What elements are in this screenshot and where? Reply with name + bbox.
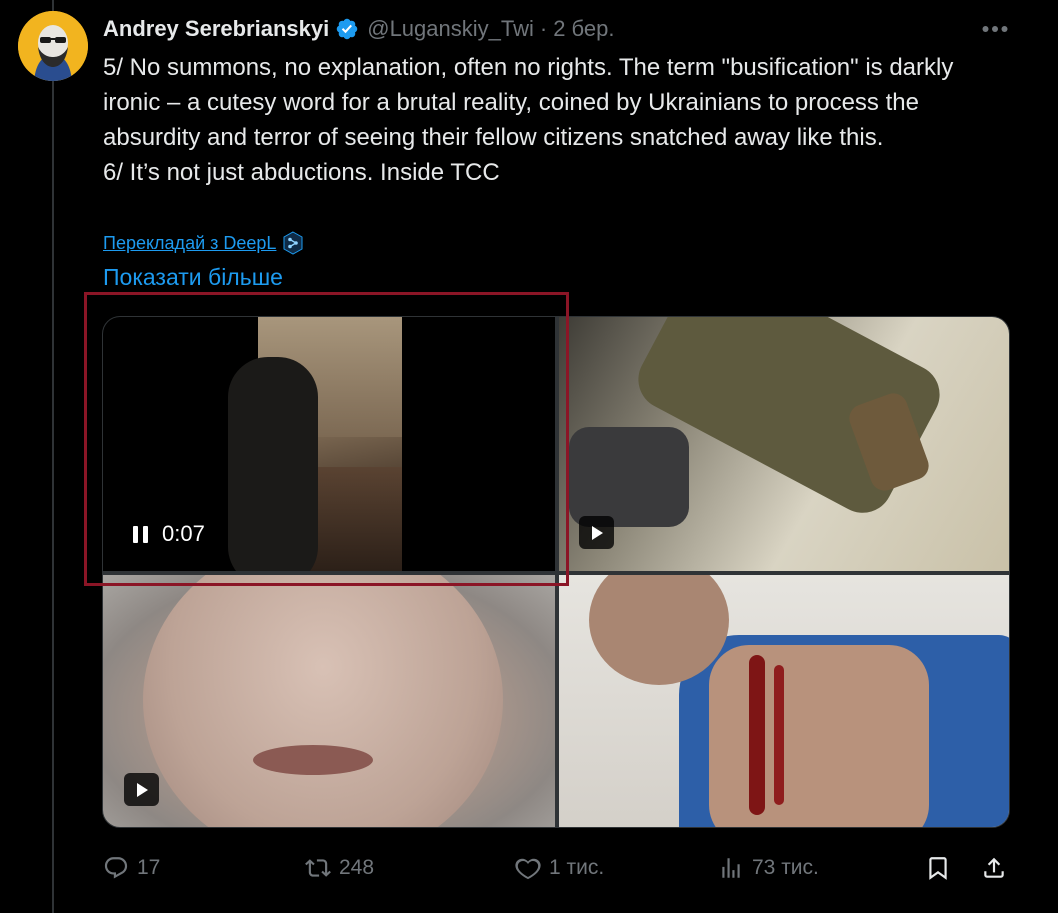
separator-dot: · (539, 16, 548, 41)
video-frame (228, 317, 402, 571)
image-tile-4[interactable] (559, 575, 1009, 827)
video-controls: 0:07 (133, 521, 205, 547)
avatar[interactable] (18, 11, 88, 81)
video-timecode: 0:07 (162, 521, 205, 546)
tweet-header: Andrey Serebrianskyi @Luganskiy_Twi · 2 … (103, 14, 615, 44)
reply-button[interactable]: 17 (103, 848, 160, 888)
play-button[interactable] (124, 773, 159, 806)
action-bar: 17 248 1 тис. 73 тис. (103, 848, 1013, 888)
translate-link[interactable]: Перекладай з DeepL (103, 231, 304, 255)
video-tile-2[interactable] (559, 317, 1009, 571)
video-tile-3[interactable] (103, 575, 555, 827)
tweet-paragraph-1: 5/ No summons, no explanation, often no … (103, 54, 954, 151)
video-tile-1[interactable]: 0:07 (103, 317, 555, 571)
thread-line (52, 0, 54, 913)
play-button[interactable] (579, 516, 614, 549)
play-icon (136, 782, 148, 797)
bookmark-button[interactable] (925, 848, 951, 888)
verified-badge-icon (336, 18, 358, 40)
author-handle[interactable]: @Luganskiy_Twi (367, 16, 534, 42)
reply-count: 17 (137, 856, 161, 879)
repost-button[interactable]: 248 (305, 848, 374, 888)
views-button[interactable]: 73 тис. (718, 848, 819, 888)
deepl-icon (283, 231, 303, 255)
more-button[interactable] (978, 16, 1012, 42)
repost-icon (305, 859, 331, 877)
media-grid: 0:07 (102, 316, 1010, 828)
tweet-text: 5/ No summons, no explanation, often no … (103, 50, 1003, 190)
share-button[interactable] (981, 848, 1007, 888)
tweet-paragraph-2: 6/ It’s not just abductions. Inside TCC (103, 159, 500, 186)
views-count: 73 тис. (752, 856, 819, 879)
pause-icon[interactable] (133, 525, 148, 543)
more-icon (982, 26, 1008, 32)
bookmark-icon (929, 857, 947, 880)
reply-icon (104, 857, 128, 879)
author-name[interactable]: Andrey Serebrianskyi (103, 16, 329, 42)
views-icon (722, 858, 740, 878)
like-count: 1 тис. (549, 856, 605, 879)
translate-label[interactable]: Перекладай з DeepL (103, 233, 276, 254)
like-icon (515, 858, 541, 880)
show-more-link[interactable]: Показати більше (103, 264, 283, 291)
share-icon (984, 857, 1004, 878)
repost-count: 248 (339, 856, 375, 879)
play-icon (591, 525, 603, 540)
tweet-time[interactable]: 2 бер. (553, 16, 614, 42)
like-button[interactable]: 1 тис. (515, 848, 604, 888)
